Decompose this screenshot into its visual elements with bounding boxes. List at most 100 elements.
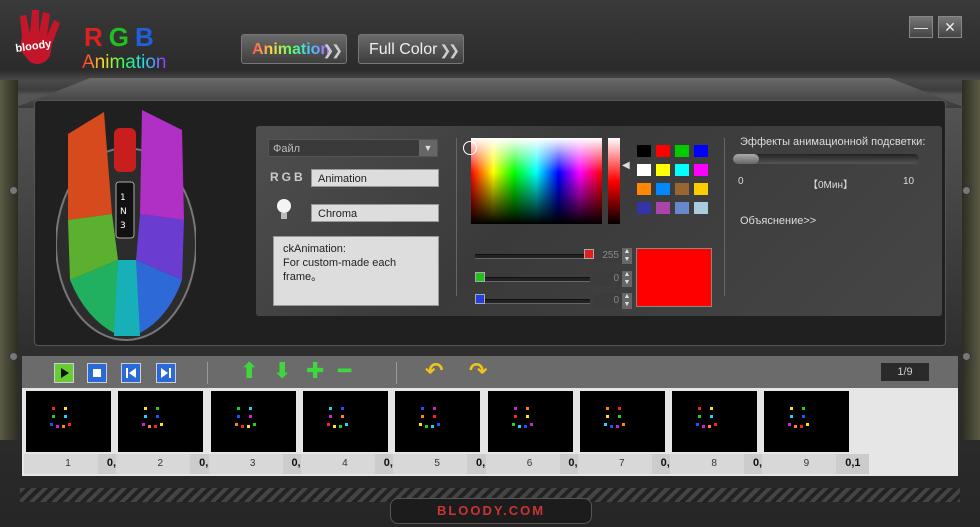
- close-button[interactable]: ✕: [938, 16, 962, 38]
- frame-thumbnail[interactable]: [118, 391, 204, 452]
- color-swatch[interactable]: [656, 183, 670, 195]
- frame-thumbnail[interactable]: [672, 391, 758, 452]
- last-frame-button[interactable]: [156, 363, 176, 383]
- green-slider-thumb[interactable]: [475, 272, 485, 282]
- red-spinner[interactable]: ▲ ▼: [622, 248, 632, 264]
- led-dot: [702, 425, 706, 428]
- led-dot: [511, 423, 515, 426]
- undo-icon[interactable]: ↶: [425, 361, 443, 383]
- color-swatch[interactable]: [694, 145, 708, 157]
- red-slider-track[interactable]: [475, 254, 590, 259]
- arrow-left-icon[interactable]: ◀: [622, 160, 630, 171]
- stop-button[interactable]: [87, 363, 107, 383]
- led-dot: [802, 415, 806, 418]
- tab-animation-label: Animation: [252, 41, 331, 58]
- color-swatch[interactable]: [694, 202, 708, 214]
- lightbulb-icon: [277, 199, 291, 219]
- explanation-link[interactable]: Объяснение>>: [740, 215, 816, 227]
- play-button[interactable]: [54, 363, 74, 383]
- led-dot: [605, 407, 609, 410]
- led-dot: [621, 423, 625, 426]
- frame-thumbnail[interactable]: [579, 391, 665, 452]
- svg-text:1: 1: [120, 193, 126, 203]
- minimize-button[interactable]: —: [909, 16, 933, 38]
- color-swatch[interactable]: [694, 183, 708, 195]
- red-value[interactable]: 255: [594, 249, 622, 263]
- frame-thumbnail[interactable]: [302, 391, 388, 452]
- arrow-up-icon[interactable]: ⬆: [240, 361, 258, 383]
- screw-icon: [962, 352, 971, 361]
- crosshair-icon[interactable]: [463, 141, 477, 155]
- led-dot: [154, 425, 158, 428]
- blue-slider-thumb[interactable]: [475, 294, 485, 304]
- blue-spinner[interactable]: ▲ ▼: [622, 293, 632, 309]
- tab-animation[interactable]: Animation ❯❯: [241, 34, 347, 64]
- logo-rgb-text: RGB: [84, 22, 160, 52]
- led-dot: [328, 415, 332, 418]
- divider: [724, 138, 725, 296]
- logo-animation-text: Animation: [82, 52, 167, 73]
- svg-text:N: N: [120, 207, 127, 217]
- site-link[interactable]: BLOODY.COM: [390, 498, 592, 524]
- green-slider-track[interactable]: [475, 277, 590, 282]
- led-dot: [525, 407, 529, 410]
- led-dot: [617, 407, 621, 410]
- effects-slider-thumb[interactable]: [733, 154, 759, 164]
- frame-thumbnail[interactable]: [210, 391, 296, 452]
- led-dot: [513, 407, 517, 410]
- color-swatch[interactable]: [656, 145, 670, 157]
- led-dot: [529, 423, 533, 426]
- led-dot: [525, 415, 529, 418]
- color-spectrum-picker[interactable]: [471, 138, 602, 224]
- file-dropdown[interactable]: Файл ▼: [268, 139, 438, 157]
- minus-icon[interactable]: ━: [338, 361, 351, 383]
- brightness-bar[interactable]: [608, 138, 620, 224]
- led-dot: [236, 415, 240, 418]
- description-text: ckAnimation: For custom-made each frame。: [283, 243, 397, 283]
- red-slider-thumb[interactable]: [584, 249, 594, 259]
- led-dot: [344, 423, 348, 426]
- green-value[interactable]: 0: [594, 272, 622, 286]
- led-dot: [806, 423, 810, 426]
- led-dot: [794, 425, 798, 428]
- plus-icon[interactable]: ✚: [306, 361, 324, 383]
- frame-thumbnail[interactable]: [395, 391, 481, 452]
- first-frame-button[interactable]: [121, 363, 141, 383]
- blue-slider-track[interactable]: [475, 299, 590, 304]
- right-frame-edge: [962, 80, 980, 440]
- color-swatch[interactable]: [637, 183, 651, 195]
- led-dot: [142, 423, 146, 426]
- animation-name-field[interactable]: Animation: [311, 169, 439, 187]
- blue-value[interactable]: 0: [594, 294, 622, 308]
- effect-field[interactable]: Chroma: [311, 204, 439, 222]
- color-swatch[interactable]: [675, 183, 689, 195]
- color-swatch[interactable]: [675, 164, 689, 176]
- led-dot: [234, 423, 238, 426]
- frame-thumbnail[interactable]: [487, 391, 573, 452]
- color-swatch[interactable]: [656, 164, 670, 176]
- led-dot: [714, 423, 718, 426]
- frame-thumbnail[interactable]: [26, 391, 111, 452]
- color-swatch[interactable]: [694, 164, 708, 176]
- color-swatch[interactable]: [637, 145, 651, 157]
- frame-delay-label[interactable]: 0,1: [836, 454, 870, 474]
- effects-min-label: 0: [738, 176, 744, 187]
- green-spinner[interactable]: ▲ ▼: [622, 271, 632, 287]
- effects-max-label: 10: [903, 176, 915, 187]
- color-swatch[interactable]: [656, 202, 670, 214]
- app-window: bloody RGB Animation Animation ❯❯ Full C…: [0, 0, 980, 527]
- led-dot: [710, 415, 714, 418]
- led-dot: [68, 423, 71, 426]
- color-swatch[interactable]: [637, 164, 651, 176]
- color-swatch[interactable]: [675, 202, 689, 214]
- redo-icon[interactable]: ↷: [469, 361, 487, 383]
- led-dot: [698, 407, 702, 410]
- color-swatch[interactable]: [637, 202, 651, 214]
- arrow-down-icon[interactable]: ⬇: [273, 361, 291, 383]
- left-frame-edge: [0, 80, 18, 440]
- frame-thumbnail[interactable]: [764, 391, 850, 452]
- tab-full-color[interactable]: Full Color ❯❯: [358, 34, 464, 64]
- color-swatch[interactable]: [675, 145, 689, 157]
- led-dot: [340, 415, 344, 418]
- effects-slider-track[interactable]: [733, 154, 919, 164]
